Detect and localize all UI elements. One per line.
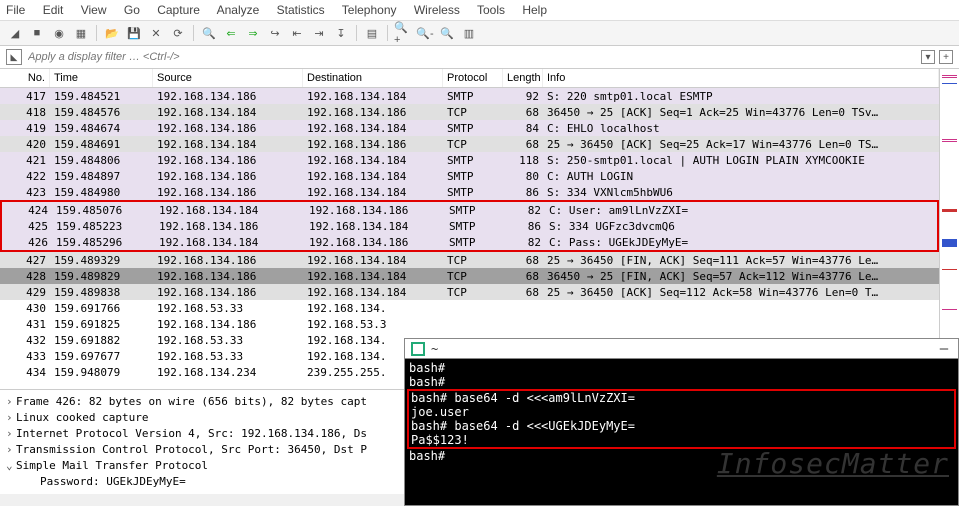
- packet-row[interactable]: 420159.484691192.168.134.184192.168.134.…: [0, 136, 939, 152]
- packet-row[interactable]: 429159.489838192.168.134.186192.168.134.…: [0, 284, 939, 300]
- minimize-icon[interactable]: —: [936, 341, 952, 357]
- column-headers[interactable]: No. Time Source Destination Protocol Len…: [0, 69, 939, 88]
- goto-last-icon[interactable]: ⇥: [310, 24, 328, 42]
- col-no[interactable]: No.: [0, 69, 50, 87]
- close-icon[interactable]: ✕: [147, 24, 165, 42]
- terminal-window[interactable]: ~ — bash# bash# bash# base64 -d <<<am9lL…: [404, 338, 959, 506]
- menu-wireless[interactable]: Wireless: [414, 3, 460, 17]
- save-icon[interactable]: 💾: [125, 24, 143, 42]
- menu-go[interactable]: Go: [124, 3, 140, 17]
- detail-password[interactable]: Password: UGEkJDEyMyE=: [40, 475, 186, 488]
- col-time[interactable]: Time: [50, 69, 153, 87]
- menu-file[interactable]: File: [6, 3, 25, 17]
- filterbar: ◣ ▾ +: [0, 46, 959, 69]
- packet-row[interactable]: 417159.484521192.168.134.186192.168.134.…: [0, 88, 939, 104]
- restart-icon[interactable]: ◉: [50, 24, 68, 42]
- output-2: Pa$$123!: [411, 433, 952, 447]
- menubar: File Edit View Go Capture Analyze Statis…: [0, 0, 959, 21]
- col-destination[interactable]: Destination: [303, 69, 443, 87]
- watermark: InfosecMatter: [717, 447, 949, 480]
- zoom-in-icon[interactable]: 🔍+: [394, 24, 412, 42]
- command-2: bash# base64 -d <<<UGEkJDEyMyE=: [411, 419, 952, 433]
- jump-icon[interactable]: ↪: [266, 24, 284, 42]
- packet-row[interactable]: 418159.484576192.168.134.184192.168.134.…: [0, 104, 939, 120]
- detail-linux[interactable]: Linux cooked capture: [16, 411, 148, 424]
- expand-icon[interactable]: ›: [6, 394, 16, 410]
- packet-row[interactable]: 424159.485076192.168.134.184192.168.134.…: [2, 202, 937, 218]
- display-filter-input[interactable]: [26, 49, 917, 65]
- terminal-title: ~: [431, 342, 438, 356]
- colorize-icon[interactable]: ▤: [363, 24, 381, 42]
- prompt: bash#: [409, 361, 954, 375]
- packet-row[interactable]: 427159.489329192.168.134.186192.168.134.…: [0, 252, 939, 268]
- detail-ip[interactable]: Internet Protocol Version 4, Src: 192.16…: [16, 427, 367, 440]
- menu-tools[interactable]: Tools: [477, 3, 505, 17]
- terminal-icon: [411, 342, 425, 356]
- zoom-out-icon[interactable]: 🔍-: [416, 24, 434, 42]
- find-icon[interactable]: 🔍: [200, 24, 218, 42]
- output-1: joe.user: [411, 405, 952, 419]
- packet-row[interactable]: 428159.489829192.168.134.186192.168.134.…: [0, 268, 939, 284]
- command-1: bash# base64 -d <<<am9lLnVzZXI=: [411, 391, 952, 405]
- bookmark-icon[interactable]: ◣: [6, 49, 22, 65]
- zoom-reset-icon[interactable]: 🔍: [438, 24, 456, 42]
- expand-icon[interactable]: ›: [6, 410, 16, 426]
- detail-tcp[interactable]: Transmission Control Protocol, Src Port:…: [16, 443, 367, 456]
- packet-row[interactable]: 422159.484897192.168.134.186192.168.134.…: [0, 168, 939, 184]
- toolbar: ◢ ■ ◉ ▦ 📂 💾 ✕ ⟳ 🔍 ⇐ ⇒ ↪ ⇤ ⇥ ↧ ▤ 🔍+ 🔍- 🔍 …: [0, 21, 959, 46]
- packet-row[interactable]: 425159.485223192.168.134.186192.168.134.…: [2, 218, 937, 234]
- packet-row[interactable]: 423159.484980192.168.134.186192.168.134.…: [0, 184, 939, 200]
- reload-icon[interactable]: ⟳: [169, 24, 187, 42]
- menu-view[interactable]: View: [81, 3, 107, 17]
- highlight-box: 424159.485076192.168.134.184192.168.134.…: [0, 200, 939, 252]
- detail-smtp[interactable]: Simple Mail Transfer Protocol: [16, 459, 208, 472]
- packet-row[interactable]: 431159.691825192.168.134.186192.168.53.3: [0, 316, 939, 332]
- expand-icon[interactable]: ›: [6, 426, 16, 442]
- next-icon[interactable]: ⇒: [244, 24, 262, 42]
- shark-fin-icon[interactable]: ◢: [6, 24, 24, 42]
- menu-help[interactable]: Help: [522, 3, 547, 17]
- packet-row[interactable]: 421159.484806192.168.134.186192.168.134.…: [0, 152, 939, 168]
- autoscroll-icon[interactable]: ↧: [332, 24, 350, 42]
- menu-capture[interactable]: Capture: [157, 3, 200, 17]
- menu-statistics[interactable]: Statistics: [277, 3, 325, 17]
- add-button[interactable]: +: [939, 50, 953, 64]
- options-icon[interactable]: ▦: [72, 24, 90, 42]
- col-protocol[interactable]: Protocol: [443, 69, 503, 87]
- stop-icon[interactable]: ■: [28, 24, 46, 42]
- col-length[interactable]: Length: [503, 69, 543, 87]
- menu-edit[interactable]: Edit: [43, 3, 64, 17]
- expand-icon[interactable]: ›: [6, 442, 16, 458]
- packet-row[interactable]: 426159.485296192.168.134.184192.168.134.…: [2, 234, 937, 250]
- collapse-icon[interactable]: ⌄: [6, 458, 16, 474]
- open-icon[interactable]: 📂: [103, 24, 121, 42]
- goto-first-icon[interactable]: ⇤: [288, 24, 306, 42]
- packet-row[interactable]: 419159.484674192.168.134.186192.168.134.…: [0, 120, 939, 136]
- col-info[interactable]: Info: [543, 69, 939, 87]
- menu-analyze[interactable]: Analyze: [217, 3, 260, 17]
- prompt: bash#: [409, 375, 954, 389]
- packet-row[interactable]: 430159.691766192.168.53.33192.168.134.: [0, 300, 939, 316]
- col-source[interactable]: Source: [153, 69, 303, 87]
- detail-frame[interactable]: Frame 426: 82 bytes on wire (656 bits), …: [16, 395, 367, 408]
- menu-telephony[interactable]: Telephony: [342, 3, 397, 17]
- terminal-titlebar[interactable]: ~ —: [405, 339, 958, 359]
- prev-icon[interactable]: ⇐: [222, 24, 240, 42]
- expression-button[interactable]: ▾: [921, 50, 935, 64]
- resize-columns-icon[interactable]: ▥: [460, 24, 478, 42]
